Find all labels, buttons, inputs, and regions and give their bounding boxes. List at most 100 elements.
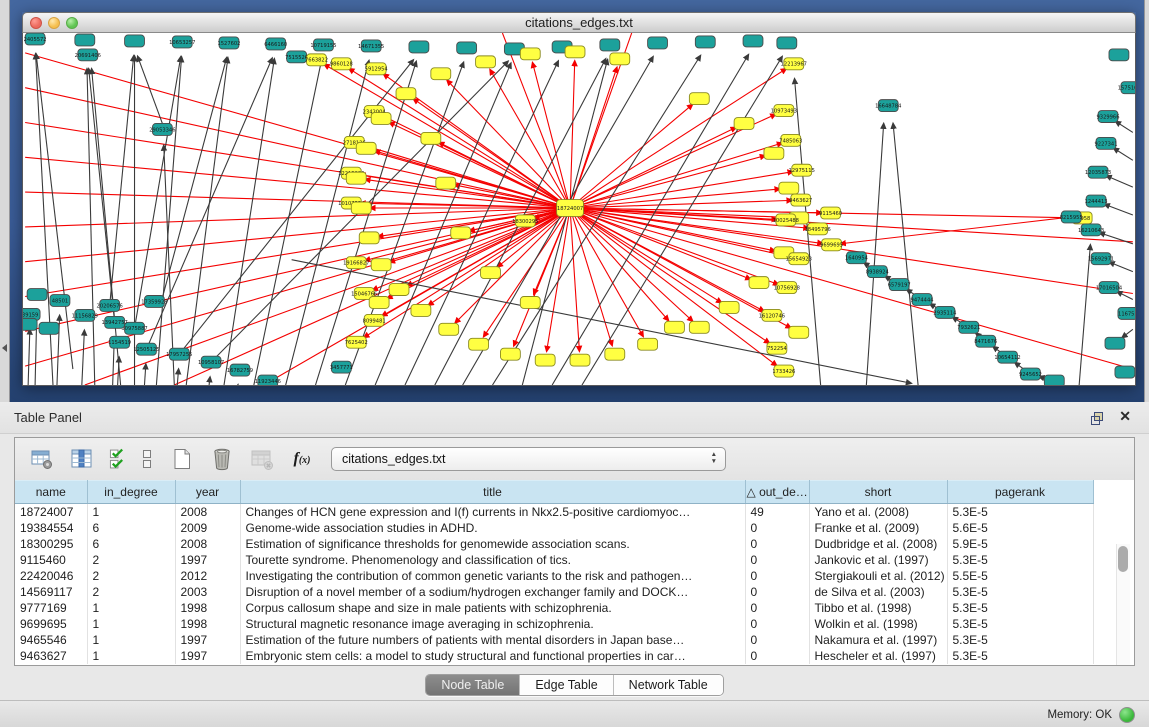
graph-node[interactable] [520, 297, 540, 309]
vertical-scrollbar[interactable] [1116, 544, 1130, 665]
close-panel-icon[interactable]: ✕ [1119, 408, 1131, 425]
black-edge[interactable] [209, 377, 210, 385]
black-edge[interactable] [82, 330, 85, 385]
black-edge[interactable] [36, 54, 53, 385]
table-row[interactable]: 1456911722003Disruption of a novel membe… [15, 584, 1134, 600]
table-row[interactable]: 1938455462009Genome-wide association stu… [15, 520, 1134, 536]
graph-node[interactable] [27, 289, 47, 301]
black-edge[interactable] [135, 57, 181, 329]
right-splitter-strip[interactable] [1144, 0, 1149, 402]
graph-node[interactable] [371, 113, 391, 125]
graph-node[interactable] [1105, 337, 1125, 349]
black-edge[interactable] [1079, 245, 1090, 385]
graph-node[interactable] [451, 227, 471, 239]
graph-node[interactable] [689, 93, 709, 105]
graph-node[interactable] [605, 348, 625, 360]
black-edge[interactable] [1122, 329, 1133, 337]
red-edge[interactable] [570, 208, 790, 257]
network-svg[interactable]: 2405572106532571527602646616010719155146… [23, 33, 1135, 385]
graph-node[interactable] [665, 321, 685, 333]
new-table-icon[interactable] [169, 446, 195, 472]
delete-rows-icon[interactable] [209, 446, 235, 472]
black-edge[interactable] [110, 56, 134, 306]
table-row[interactable]: 946554611997Estimation of the future num… [15, 632, 1134, 648]
black-edge[interactable] [146, 58, 272, 349]
column-header-year[interactable]: year [175, 481, 240, 504]
red-edge[interactable] [570, 200, 792, 208]
graph-node[interactable] [779, 182, 799, 194]
graph-node[interactable] [421, 132, 441, 144]
black-edge[interactable] [224, 59, 274, 385]
graph-node[interactable] [75, 34, 95, 46]
graph-node[interactable] [359, 232, 379, 244]
vertical-scrollbar-thumb[interactable] [1118, 546, 1128, 572]
graph-node[interactable] [777, 37, 797, 49]
red-edge[interactable] [25, 53, 570, 208]
column-header-in_degree[interactable]: in_degree [87, 481, 175, 504]
red-edge[interactable] [840, 217, 1071, 244]
table-row[interactable]: 969969511998Structural magnetic resonanc… [15, 616, 1134, 632]
table-row[interactable]: 911546021997Tourette syndrome. Phenomeno… [15, 552, 1134, 568]
graph-node[interactable] [638, 338, 658, 350]
graph-node[interactable] [469, 338, 489, 350]
select-rows-icon[interactable] [109, 446, 125, 472]
black-edge[interactable] [1109, 262, 1133, 272]
red-edge[interactable] [349, 69, 570, 208]
red-edge[interactable] [25, 88, 570, 208]
graph-node[interactable] [535, 354, 555, 366]
graph-node[interactable] [500, 348, 520, 360]
memory-status-indicator[interactable] [1119, 707, 1135, 723]
graph-node[interactable] [369, 297, 389, 309]
graph-node[interactable] [356, 142, 376, 154]
black-edge[interactable] [254, 60, 322, 385]
column-header-name[interactable]: name [15, 481, 87, 504]
red-edge[interactable] [570, 208, 579, 351]
column-header-out_degree[interactable]: △ out_de… [745, 481, 809, 504]
graph-node[interactable] [351, 202, 371, 214]
graph-node[interactable] [431, 68, 451, 80]
red-edge[interactable] [570, 208, 1133, 294]
graph-node[interactable] [396, 88, 416, 100]
table-settings-icon[interactable] [29, 446, 55, 472]
graph-node[interactable] [689, 321, 709, 333]
table-row[interactable]: 1830029562008Estimation of significance … [15, 536, 1134, 552]
black-edge[interactable] [28, 329, 30, 385]
column-header-short[interactable]: short [809, 481, 947, 504]
graph-node[interactable] [1115, 366, 1135, 378]
table-row[interactable]: 2242004622012Investigating the contribut… [15, 568, 1134, 584]
graph-node[interactable] [125, 35, 145, 47]
black-edge[interactable] [36, 54, 73, 369]
graph-node[interactable] [481, 267, 501, 279]
graph-node[interactable] [648, 37, 668, 49]
black-edge[interactable] [1114, 148, 1133, 160]
column-visibility-icon[interactable] [69, 446, 95, 472]
red-edge[interactable] [570, 172, 793, 208]
table-row[interactable]: 946362711997Embryonic stem cells: a mode… [15, 648, 1134, 664]
graph-node[interactable] [476, 56, 496, 68]
graph-node[interactable] [436, 177, 456, 189]
left-splitter-strip[interactable] [0, 0, 10, 402]
black-edge[interactable] [156, 57, 181, 385]
table-selector-dropdown[interactable]: citations_edges.txt ▲▼ [331, 447, 726, 471]
network-window-titlebar[interactable]: citations_edges.txt [22, 12, 1136, 33]
tab-node-table[interactable]: Node Table [426, 675, 519, 695]
function-builder-icon[interactable]: f(x) [289, 446, 315, 472]
graph-node[interactable] [439, 323, 459, 335]
graph-node[interactable] [409, 41, 429, 53]
graph-node[interactable] [23, 318, 37, 330]
graph-node[interactable] [1044, 375, 1064, 385]
red-edge[interactable] [570, 69, 786, 208]
column-header-pagerank[interactable]: pagerank [947, 481, 1093, 504]
graph-node[interactable] [371, 259, 391, 271]
graph-node[interactable] [39, 322, 59, 334]
network-view[interactable]: 2405572106532571527602646616010719155146… [22, 33, 1136, 386]
table-row[interactable]: 1872400712008Changes of HCN gene express… [15, 504, 1134, 521]
graph-node[interactable] [764, 147, 784, 159]
black-edge[interactable] [144, 364, 145, 385]
red-edge[interactable] [570, 208, 777, 366]
graph-node[interactable] [695, 36, 715, 48]
graph-node[interactable] [749, 277, 769, 289]
graph-node[interactable] [457, 42, 477, 54]
black-edge[interactable] [1100, 233, 1133, 244]
row-height-icon[interactable] [139, 446, 155, 472]
